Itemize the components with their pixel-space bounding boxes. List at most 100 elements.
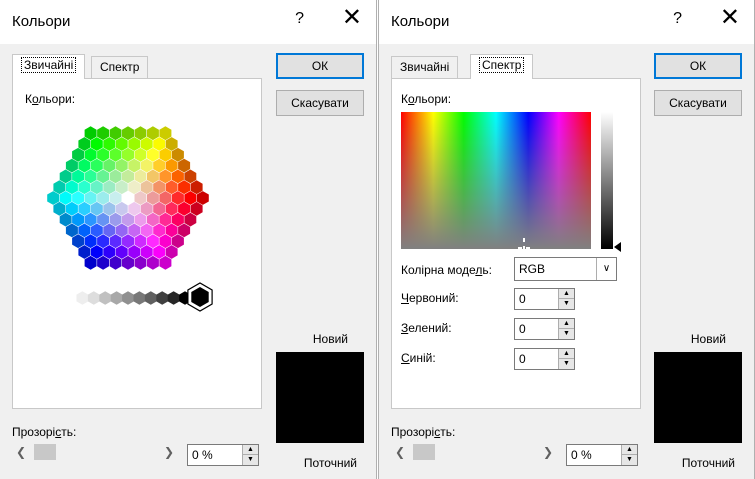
color-cell[interactable] xyxy=(159,234,172,249)
tab-standard[interactable]: Звичайні xyxy=(391,56,459,78)
color-cell[interactable] xyxy=(103,245,116,259)
blue-spinner[interactable]: 0 ▲ ▼ xyxy=(514,348,575,370)
color-cell[interactable] xyxy=(115,180,128,195)
color-cell[interactable] xyxy=(128,180,141,195)
color-cell[interactable] xyxy=(65,223,78,238)
cancel-button[interactable]: Скасувати xyxy=(276,90,364,116)
color-cell[interactable] xyxy=(84,169,97,184)
color-cell[interactable] xyxy=(190,201,203,216)
color-cell[interactable] xyxy=(165,158,178,173)
color-cell[interactable] xyxy=(184,212,197,227)
color-cell[interactable] xyxy=(59,191,72,205)
help-button[interactable]: ? xyxy=(295,10,304,28)
color-cell[interactable] xyxy=(115,158,128,173)
color-cell[interactable] xyxy=(165,201,178,216)
spin-up-icon[interactable]: ▲ xyxy=(559,349,574,359)
color-cell[interactable] xyxy=(153,201,166,216)
color-cell[interactable] xyxy=(153,245,166,259)
color-cell[interactable] xyxy=(115,245,128,259)
color-cell[interactable] xyxy=(97,126,109,141)
transparency-slider[interactable]: ❮ ❯ xyxy=(391,443,557,461)
gray-cell[interactable] xyxy=(133,291,146,305)
color-cell[interactable] xyxy=(72,191,85,205)
color-cell[interactable] xyxy=(153,137,166,151)
gray-cell[interactable] xyxy=(65,291,77,305)
color-cell[interactable] xyxy=(78,245,91,259)
transparency-value[interactable]: 0 % xyxy=(571,448,592,462)
gray-cell[interactable] xyxy=(122,291,134,305)
color-cell[interactable] xyxy=(140,180,153,195)
color-cell[interactable] xyxy=(171,191,184,205)
color-cell[interactable] xyxy=(134,212,147,227)
color-cell[interactable] xyxy=(147,234,159,249)
color-cell[interactable] xyxy=(109,126,122,141)
red-value[interactable]: 0 xyxy=(519,292,526,306)
blue-value[interactable]: 0 xyxy=(519,352,526,366)
color-cell[interactable] xyxy=(90,137,103,151)
color-cell[interactable] xyxy=(134,147,147,162)
color-cell[interactable] xyxy=(153,180,166,195)
green-spinner[interactable]: 0 ▲ ▼ xyxy=(514,318,575,340)
cancel-button[interactable]: Скасувати xyxy=(654,90,742,116)
color-cell[interactable] xyxy=(128,201,141,216)
color-cell[interactable] xyxy=(165,180,178,195)
color-cell[interactable] xyxy=(103,158,116,173)
color-cell[interactable] xyxy=(109,191,122,205)
color-cell[interactable] xyxy=(84,147,97,162)
close-button[interactable]: ✕ xyxy=(720,6,740,30)
color-cell[interactable] xyxy=(159,126,172,141)
color-cell[interactable] xyxy=(128,158,141,173)
color-cell[interactable] xyxy=(84,234,97,249)
gray-cell[interactable] xyxy=(87,291,100,305)
transparency-spinner[interactable]: 0 % ▲ ▼ xyxy=(187,444,259,466)
color-cell[interactable] xyxy=(109,255,122,270)
color-cell[interactable] xyxy=(90,158,103,173)
spin-up-icon[interactable]: ▲ xyxy=(622,445,637,455)
chevron-down-icon[interactable]: ∨ xyxy=(596,258,616,280)
color-cell[interactable] xyxy=(109,169,122,184)
gray-cell[interactable] xyxy=(167,291,180,305)
slider-thumb[interactable] xyxy=(413,444,435,460)
gray-cell[interactable] xyxy=(156,291,169,305)
color-cell[interactable] xyxy=(178,180,191,195)
color-cell[interactable] xyxy=(184,169,197,184)
color-cell[interactable] xyxy=(140,223,153,238)
color-cell[interactable] xyxy=(84,191,97,205)
color-cell[interactable] xyxy=(171,169,184,184)
color-cell[interactable] xyxy=(103,137,116,151)
tab-custom[interactable]: Спектр xyxy=(91,56,149,78)
color-cell[interactable] xyxy=(84,126,97,141)
transparency-slider[interactable]: ❮ ❯ xyxy=(12,443,178,461)
color-cell[interactable] xyxy=(122,234,134,249)
tab-standard[interactable]: Звичайні xyxy=(12,54,86,79)
color-cell[interactable] xyxy=(65,201,78,216)
gray-cell[interactable] xyxy=(144,291,157,305)
slider-thumb[interactable] xyxy=(34,444,56,460)
color-cell[interactable] xyxy=(47,191,60,205)
spin-down-icon[interactable]: ▼ xyxy=(559,299,574,309)
color-cell[interactable] xyxy=(171,147,184,162)
color-cell[interactable] xyxy=(97,255,109,270)
color-cell[interactable] xyxy=(134,234,147,249)
color-cell[interactable] xyxy=(147,126,159,141)
color-cell[interactable] xyxy=(140,137,153,151)
color-cell[interactable] xyxy=(153,158,166,173)
color-cell[interactable] xyxy=(134,169,147,184)
ok-button[interactable]: ОК xyxy=(276,53,364,79)
spin-down-icon[interactable]: ▼ xyxy=(622,455,637,465)
spin-down-icon[interactable]: ▼ xyxy=(243,455,258,465)
slider-left-arrow-icon[interactable]: ❮ xyxy=(391,443,409,461)
color-cell[interactable] xyxy=(147,255,159,270)
color-cell[interactable] xyxy=(165,137,178,151)
color-cell[interactable] xyxy=(122,126,134,141)
color-cell[interactable] xyxy=(72,212,85,227)
color-cell[interactable] xyxy=(59,212,72,227)
color-cell[interactable] xyxy=(72,234,85,249)
color-cell[interactable] xyxy=(159,212,172,227)
color-cell[interactable] xyxy=(115,137,128,151)
color-cell[interactable] xyxy=(128,223,141,238)
color-cell[interactable] xyxy=(109,147,122,162)
color-cell[interactable] xyxy=(65,180,78,195)
spin-down-icon[interactable]: ▼ xyxy=(559,329,574,339)
color-cell[interactable] xyxy=(53,201,66,216)
